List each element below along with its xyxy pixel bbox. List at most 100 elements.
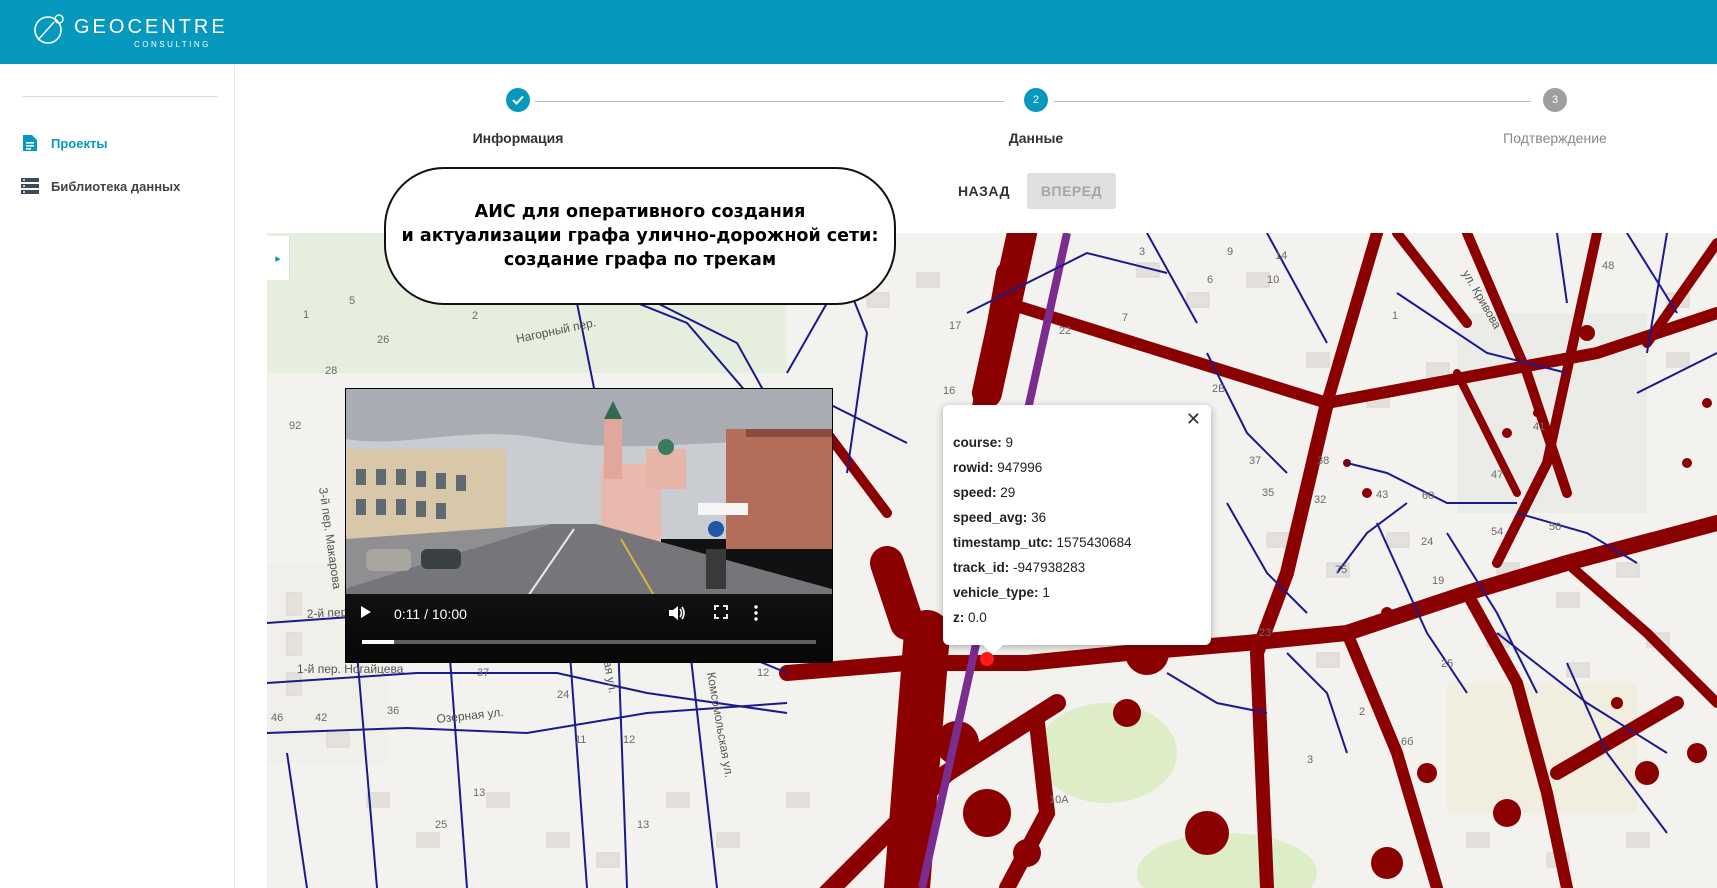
popup-field-value: 1575430684 [1056, 535, 1132, 550]
step-3-indicator[interactable]: 3 [1543, 88, 1567, 112]
house-number: 10 [1267, 274, 1279, 286]
house-number: 25 [435, 819, 447, 831]
street-label: 1-й пер. Ногайцева [297, 662, 404, 676]
popup-field-key: speed_avg: [953, 510, 1028, 525]
house-number: 47 [1491, 469, 1503, 481]
brand-logo[interactable]: GEOCENTRE CONSULTING [32, 10, 232, 50]
popup-field-key: speed: [953, 485, 997, 500]
house-number: 25 [1441, 658, 1453, 670]
popup-field-row: track_id: -947938283 [953, 560, 1085, 578]
top-app-bar: GEOCENTRE CONSULTING [0, 0, 1717, 64]
popup-field-row: z: 0.0 [953, 610, 987, 628]
popup-field-key: timestamp_utc: [953, 535, 1053, 550]
house-number: 23 [1259, 627, 1271, 639]
house-number: 17 [949, 320, 961, 332]
brand-name: GEOCENTRE [74, 16, 228, 38]
house-number: 3 [1307, 754, 1313, 766]
feature-info-popup: ✕ course: 9 rowid: 947996 speed: 29 speed_a… [943, 405, 1211, 655]
house-number: 92 [289, 420, 301, 432]
more-options-icon[interactable] [754, 605, 774, 625]
popup-field-value: 0.0 [968, 610, 987, 625]
next-button[interactable]: ВПЕРЕД [1027, 173, 1116, 209]
close-icon[interactable]: ✕ [1186, 409, 1201, 430]
volume-icon[interactable] [668, 605, 688, 625]
house-number: 43 [1376, 489, 1388, 501]
popup-field-row: course: 9 [953, 435, 1013, 453]
house-number: 28 [325, 365, 337, 377]
popup-field-row: rowid: 947996 [953, 460, 1042, 478]
stepper-connector [535, 101, 1004, 102]
house-number: 11 [575, 734, 586, 746]
house-number: 54 [1491, 526, 1503, 538]
house-number: 13 [473, 787, 485, 799]
popup-field-value: 947996 [997, 460, 1043, 475]
back-button[interactable]: НАЗАД [948, 174, 1020, 208]
selected-point-marker[interactable] [980, 652, 994, 666]
popup-field-key: z: [953, 610, 965, 625]
popup-field-key: rowid: [953, 460, 994, 475]
house-number: 75 [1335, 564, 1347, 576]
house-number: 37 [1249, 455, 1261, 467]
sidebar-item-label: Проекты [51, 135, 108, 151]
logo-mark-icon [34, 14, 64, 44]
popup-field-value: 9 [1005, 435, 1014, 450]
house-number: 16 [943, 385, 955, 397]
stepper-connector [1054, 101, 1531, 102]
house-number: 6 [1207, 274, 1213, 286]
house-number: 19 [1432, 575, 1444, 587]
video-progress-fill [362, 640, 394, 644]
house-number: 60 [1422, 490, 1434, 502]
callout-line-2: и актуализации графа улично-дорожной сет… [401, 226, 879, 246]
house-number: 26 [377, 334, 389, 346]
house-number: 42 [315, 712, 327, 724]
popup-field-value: 1 [1042, 585, 1050, 600]
popup-field-value: -947938283 [1013, 560, 1086, 575]
play-icon[interactable] [360, 605, 380, 625]
house-number: 5 [349, 295, 355, 307]
popup-field-key: vehicle_type: [953, 585, 1039, 600]
house-number: 2 [472, 310, 478, 322]
sidebar-divider [22, 96, 218, 97]
popup-field-value: 29 [1000, 485, 1016, 500]
callout-line-3: создание графа по трекам [503, 250, 777, 270]
video-time: 0:11 / 10:00 [394, 606, 467, 622]
house-number: 12 [757, 667, 769, 679]
house-number: 14 [1275, 250, 1287, 262]
house-number: 37 [477, 667, 489, 679]
step-2-indicator[interactable]: 2 [1024, 88, 1048, 112]
house-number: 38 [1317, 455, 1329, 467]
step-1-label: Информация [472, 130, 564, 146]
brand-subtitle: CONSULTING [134, 40, 211, 49]
house-number: 9 [1227, 246, 1233, 258]
step-2-label: Данные [1008, 130, 1064, 146]
house-number: 22 [1059, 325, 1071, 337]
step-3-label: Подтверждение [1503, 130, 1607, 146]
popup-field-key: course: [953, 435, 1002, 450]
popup-field-row: speed_avg: 36 [953, 510, 1046, 528]
sidebar: Проекты Библиотека данных [0, 64, 235, 888]
house-number: 35 [1262, 487, 1274, 499]
house-number: 7 [1122, 312, 1128, 324]
video-player[interactable]: 0:11 / 10:00 [345, 388, 833, 663]
house-number: 41 [1533, 421, 1545, 433]
video-progress-bar[interactable] [362, 640, 816, 644]
document-icon [20, 133, 40, 153]
video-controls: 0:11 / 10:00 [346, 592, 832, 662]
popup-field-row: timestamp_utc: 1575430684 [953, 535, 1132, 553]
popup-field-row: speed: 29 [953, 485, 1015, 503]
callout-line-1: АИС для оперативного создания [474, 202, 806, 222]
sidebar-item-data-library[interactable]: Библиотека данных [20, 174, 180, 198]
house-number: 2Б [1212, 383, 1225, 395]
house-number: 3 [1139, 246, 1145, 258]
sidebar-item-projects[interactable]: Проекты [20, 131, 107, 155]
step-1-check-icon[interactable] [506, 88, 530, 112]
house-number: 2 [1359, 706, 1365, 718]
map-panel-toggle[interactable]: ▸ [267, 236, 290, 280]
fullscreen-icon[interactable] [714, 605, 734, 625]
storage-icon [20, 176, 40, 196]
house-number: 24 [1421, 536, 1433, 548]
house-number: 13 [637, 819, 649, 831]
house-number: 12 [623, 734, 635, 746]
popup-field-row: vehicle_type: 1 [953, 585, 1050, 603]
callout-bubble: АИС для оперативного создания и актуализ… [384, 167, 896, 305]
